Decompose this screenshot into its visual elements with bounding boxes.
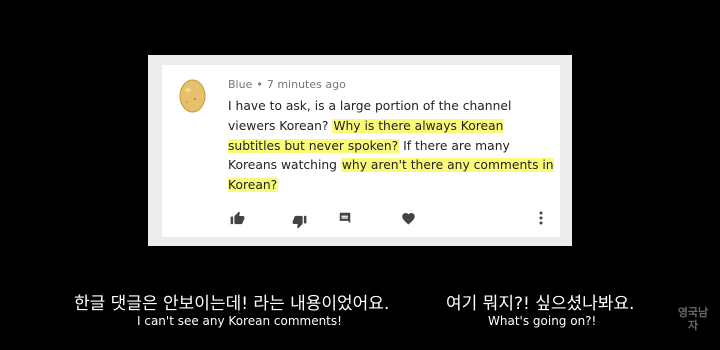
channel-watermark: 영국남자: [677, 306, 709, 332]
dislike-icon[interactable]: [290, 212, 308, 230]
comment-card: Blue • 7 minutes ago I have to ask, is a l…: [162, 65, 560, 237]
subtitle-left-korean: 한글 댓글은 안보이는데! 라는 내용이었어요.: [68, 287, 396, 316]
comment-time: 7 minutes ago: [266, 78, 346, 91]
comment-screenshot-frame: Blue • 7 minutes ago I have to ask, is a l…: [148, 55, 572, 246]
subtitle-right-korean: 여기 뭐지?! 싶으셨나봐요.: [440, 287, 641, 316]
comment-actions: [228, 209, 548, 229]
like-icon[interactable]: [228, 209, 246, 227]
avatar[interactable]: [178, 79, 207, 113]
heart-icon[interactable]: [399, 209, 417, 227]
comment-body: I have to ask, is a large portion of the…: [228, 97, 558, 196]
subtitle-left-english: I can't see any Korean comments!: [133, 313, 346, 329]
comment-meta: Blue • 7 minutes ago: [228, 78, 346, 91]
author-name[interactable]: Blue: [228, 78, 252, 91]
subtitle-right-english: What's going on?!: [484, 313, 601, 329]
reply-icon[interactable]: [336, 209, 354, 227]
meta-separator: •: [256, 78, 263, 91]
more-icon[interactable]: [532, 209, 550, 227]
